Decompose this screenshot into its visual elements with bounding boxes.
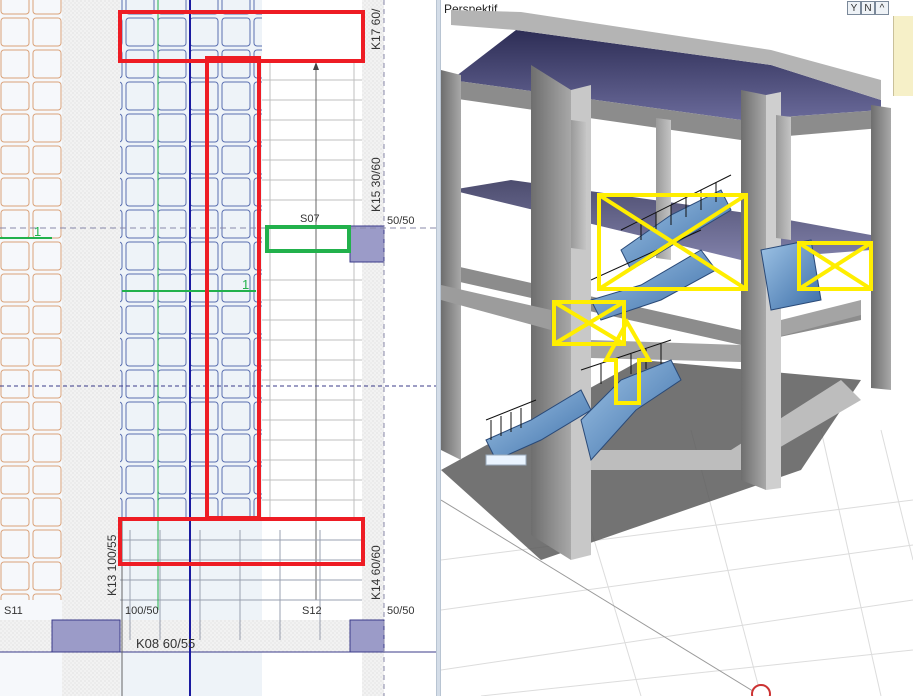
- label-k08: K08 60/55: [136, 636, 195, 651]
- plan-margin: [384, 0, 436, 696]
- label-s11: S11: [4, 605, 23, 617]
- label-dim-right-bottom: 50/50: [387, 605, 415, 617]
- label-k15: K15 30/60: [369, 157, 383, 212]
- column-front-left: [441, 70, 461, 460]
- label-k17: K17 60/: [369, 8, 383, 50]
- label-s07: S07: [300, 213, 320, 225]
- label-k13: K13 100/55: [105, 534, 119, 596]
- label-axis-1-left: 1: [34, 224, 41, 239]
- column-back-right: [871, 105, 891, 390]
- column-back-far: [776, 115, 791, 240]
- label-k14: K14 60/60: [369, 545, 383, 600]
- perspective-scene[interactable]: [441, 0, 913, 696]
- label-dim-right-top: 50/50: [387, 215, 415, 227]
- compass-icon[interactable]: [751, 684, 771, 696]
- plan-drawing[interactable]: K17 60/ K15 30/60 K14 60/60 K13 100/55 K…: [0, 0, 436, 696]
- column-s11[interactable]: [51, 619, 121, 653]
- column-back-left: [571, 120, 586, 250]
- column-s12[interactable]: [349, 619, 385, 653]
- plan-view[interactable]: K17 60/ K15 30/60 K14 60/60 K13 100/55 K…: [0, 0, 436, 696]
- stair-area: [262, 60, 362, 520]
- label-dim-left-bottom: 100/50: [125, 605, 159, 617]
- label-axis-1-mid: 1: [242, 277, 249, 292]
- left-slab-tiles: [0, 0, 62, 600]
- perspective-view[interactable]: ^ Perspektif Y N ^: [441, 0, 913, 696]
- column-s07[interactable]: [349, 225, 385, 263]
- label-s12: S12: [302, 605, 322, 617]
- stair-base-step: [485, 454, 527, 466]
